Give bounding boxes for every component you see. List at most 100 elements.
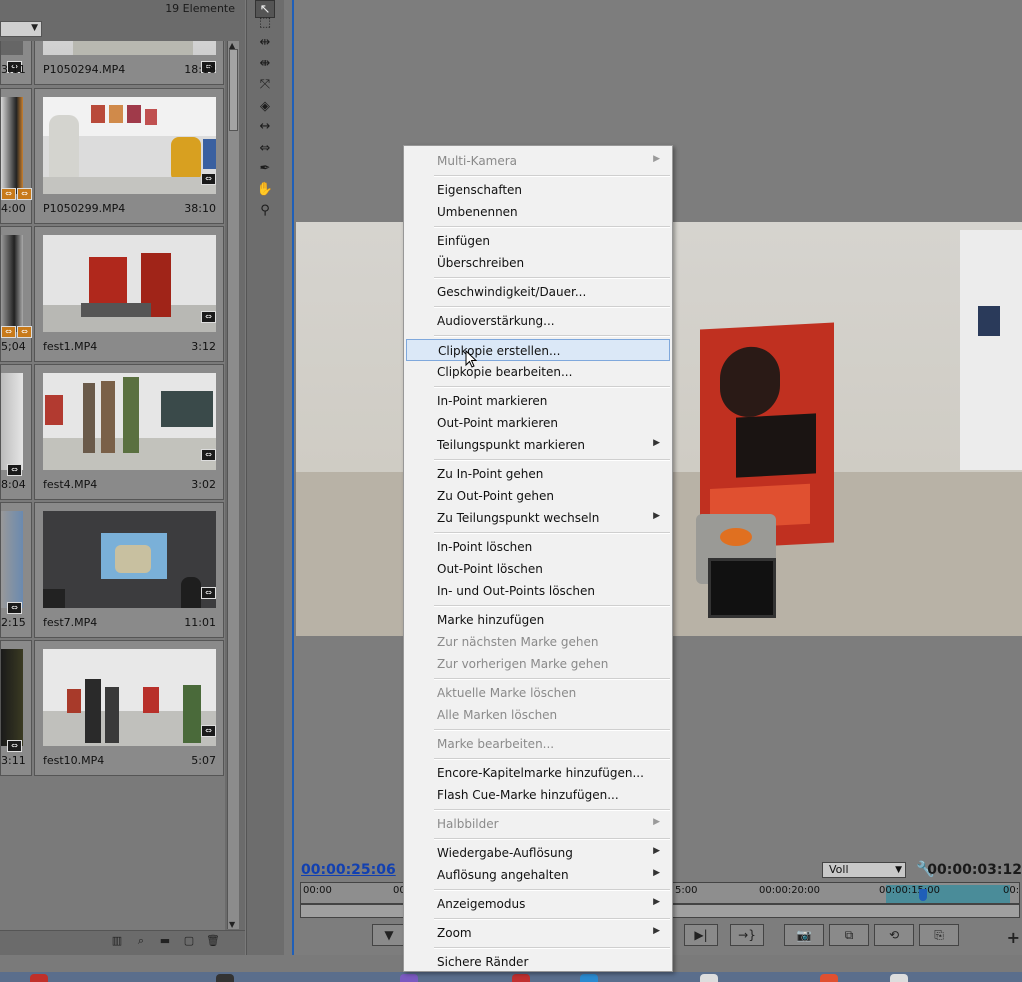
menu-item-label: Clipkopie erstellen... [438, 344, 561, 358]
clip-tile[interactable]: ⇔ P1050299.MP4 38:10 [34, 88, 224, 224]
scroll-down-icon[interactable]: ▼ [229, 920, 235, 929]
clip-tile[interactable]: ⇔ fest7.MP4 11:01 [34, 502, 224, 638]
menu-item[interactable]: Zu Out-Point gehen [406, 485, 670, 507]
menu-item[interactable]: Überschreiben [406, 252, 670, 274]
clip-tile[interactable]: ⇔ ⇔ 5;04 [0, 226, 32, 362]
menu-separator [434, 226, 670, 228]
taskbar-app-icon[interactable] [580, 974, 598, 982]
playhead[interactable] [919, 889, 927, 901]
clip-tile[interactable]: ⇔ 2:15 [0, 502, 32, 638]
clip-tile[interactable]: ⇔ ⇔ 4:00 [0, 88, 32, 224]
menu-item[interactable]: Out-Point markieren [406, 412, 670, 434]
slip-tool-icon[interactable]: ↔ [255, 118, 275, 136]
zoom-tool-icon[interactable]: ⚲ [255, 202, 275, 220]
taskbar-app-icon[interactable] [820, 974, 838, 982]
menu-item[interactable]: Umbenennen [406, 201, 670, 223]
menu-item-label: Marke hinzufügen [437, 613, 545, 627]
slide-tool-icon[interactable]: ⇔ [255, 140, 275, 158]
taskbar-app-icon[interactable] [400, 974, 418, 982]
clip-tile[interactable]: ⇔ fest10.MP4 5:07 [34, 640, 224, 776]
menu-separator [434, 947, 670, 949]
menu-item[interactable]: Zu In-Point gehen [406, 463, 670, 485]
rate-stretch-tool-icon[interactable]: ⤧ [255, 76, 275, 94]
audio-video-icon: ⇔ [1, 326, 16, 338]
loop-icon[interactable]: ⟲ [874, 924, 914, 946]
camera-icon[interactable]: 📷 [784, 924, 824, 946]
menu-item[interactable]: Auflösung angehalten ▶ [406, 864, 670, 886]
menu-item[interactable]: Zoom ▶ [406, 922, 670, 944]
menu-item[interactable]: Out-Point löschen [406, 558, 670, 580]
folder-icon[interactable]: ▬ [158, 935, 172, 947]
export-frame-icon[interactable]: ⎘ [919, 924, 959, 946]
menu-item[interactable]: Anzeigemodus ▶ [406, 893, 670, 915]
clip-row: ⇔ ⇔ 5;04 ⇔ fest1.MP4 3:12 [0, 226, 225, 362]
menu-separator [434, 809, 670, 811]
taskbar-app-icon[interactable] [30, 974, 48, 982]
menu-item[interactable]: Clipkopie erstellen... [406, 339, 670, 361]
track-select-tool-icon[interactable]: ⬚ [255, 14, 275, 32]
zoom-level-select[interactable]: Voll ▼ [822, 862, 906, 878]
menu-item[interactable]: Encore-Kapitelmarke hinzufügen... [406, 762, 670, 784]
add-button[interactable]: + [1007, 928, 1020, 947]
clip-tile[interactable]: ⇔ 8:04 [0, 364, 32, 500]
rolling-edit-tool-icon[interactable]: ⇼ [255, 55, 275, 73]
bin-dropdown[interactable]: ▼ [0, 21, 42, 37]
menu-item[interactable]: In- und Out-Points löschen [406, 580, 670, 602]
menu-separator [434, 678, 670, 680]
taskbar-app-icon[interactable] [890, 974, 908, 982]
taskbar-app-icon[interactable] [512, 974, 530, 982]
scrollbar-thumb[interactable] [229, 49, 238, 131]
clip-duration: 11:01 [184, 616, 216, 629]
taskbar-app-icon[interactable] [700, 974, 718, 982]
menu-item[interactable]: Clipkopie bearbeiten... [406, 361, 670, 383]
multi-camera-icon[interactable]: ⧉ [829, 924, 869, 946]
marker-button[interactable]: ▼ [372, 924, 406, 946]
menu-item[interactable]: Eigenschaften [406, 179, 670, 201]
submenu-arrow-icon: ▶ [653, 154, 660, 164]
trash-icon[interactable]: 🗑 [206, 935, 220, 947]
audio-video-icon: ⇔ [201, 725, 216, 737]
ruler-label: 00: [1003, 885, 1020, 896]
project-scrollbar[interactable]: ▲ ▼ [227, 41, 239, 929]
menu-item[interactable]: Marke hinzufügen [406, 609, 670, 631]
clip-duration: 4:00 [1, 202, 26, 215]
menu-item[interactable]: Audioverstärkung... [406, 310, 670, 332]
current-timecode[interactable]: 00:00:25:06 [301, 862, 396, 878]
clip-tile[interactable]: ⇔ fest1.MP4 3:12 [34, 226, 224, 362]
clip-name: fest4.MP4 [43, 478, 98, 491]
tools-panel: ↖ ⬚ ⇹ ⇼ ⤧ ◈ ↔ ⇔ ✒ ✋ ⚲ [246, 0, 284, 955]
hand-tool-icon[interactable]: ✋ [255, 181, 275, 199]
clip-tile[interactable]: ⇔ 3:11 [0, 41, 32, 85]
clip-tile[interactable]: ⇔ fest4.MP4 3:02 [34, 364, 224, 500]
menu-item[interactable]: In-Point löschen [406, 536, 670, 558]
mouse-cursor-icon [465, 350, 477, 368]
search-icon[interactable]: ⌕ [134, 935, 148, 947]
go-to-out-button[interactable]: →} [730, 924, 764, 946]
menu-item[interactable]: Teilungspunkt markieren ▶ [406, 434, 670, 456]
clip-name: P1050299.MP4 [43, 202, 126, 215]
razor-tool-icon[interactable]: ◈ [255, 98, 275, 116]
ripple-edit-tool-icon[interactable]: ⇹ [255, 34, 275, 52]
clip-tile[interactable]: ⇔ P1050294.MP4 18:18 [34, 41, 224, 85]
menu-item[interactable]: Einfügen [406, 230, 670, 252]
menu-item[interactable]: Wiedergabe-Auflösung ▶ [406, 842, 670, 864]
menu-item[interactable]: Geschwindigkeit/Dauer... [406, 281, 670, 303]
new-item-icon[interactable]: ▢ [182, 935, 196, 947]
clip-duration: 3:11 [1, 754, 26, 767]
list-view-icon[interactable]: ▥ [110, 935, 124, 947]
chevron-down-icon: ▼ [895, 865, 902, 875]
pen-tool-icon[interactable]: ✒ [255, 160, 275, 178]
menu-item[interactable]: Sichere Ränder [406, 951, 670, 973]
taskbar-app-icon[interactable] [216, 974, 234, 982]
clip-tile[interactable]: ⇔ 3:11 [0, 640, 32, 776]
menu-item-label: Aktuelle Marke löschen [437, 686, 577, 700]
menu-item[interactable]: Zu Teilungspunkt wechseln ▶ [406, 507, 670, 529]
clip-name: fest10.MP4 [43, 754, 105, 767]
menu-item[interactable]: Flash Cue-Marke hinzufügen... [406, 784, 670, 806]
ruler-label: 00:00:15:00 [879, 885, 941, 896]
step-forward-button[interactable]: ▶| [684, 924, 718, 946]
menu-item[interactable]: In-Point markieren [406, 390, 670, 412]
menu-separator [434, 838, 670, 840]
menu-item-label: Clipkopie bearbeiten... [437, 365, 573, 379]
clip-thumbnail [43, 511, 216, 608]
